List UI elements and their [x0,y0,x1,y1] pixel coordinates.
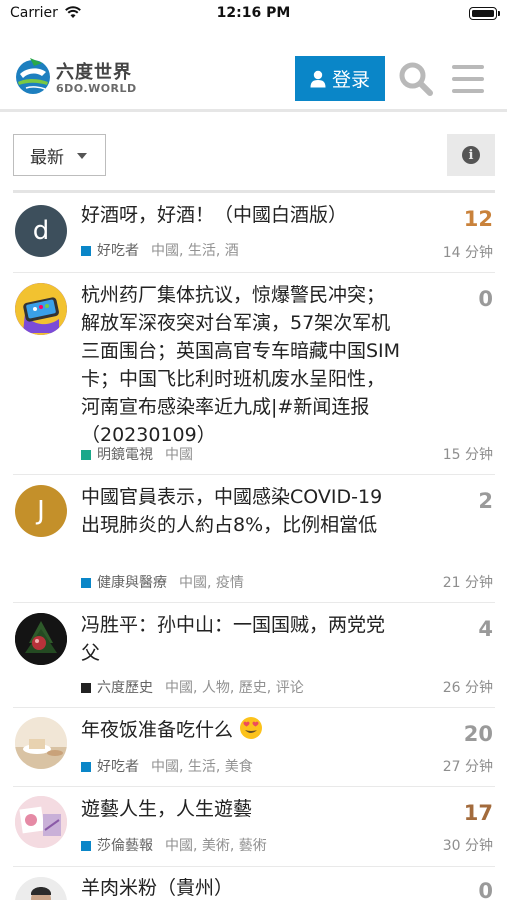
category-link[interactable]: 好吃者 [97,759,139,775]
food-photo-icon [15,717,67,769]
caret-down-icon [77,153,87,159]
avatar[interactable] [15,613,67,665]
globe-logo-icon[interactable] [12,54,54,96]
activity-time[interactable]: 27 分钟 [443,756,493,776]
avatar[interactable]: J [15,485,67,537]
category-color-square [81,683,91,693]
topic-title[interactable]: 好酒呀，好酒！（中國白酒版） [81,201,401,229]
topic-meta: 健康與醫療 中國, 疫情 [81,572,244,592]
menu-line [452,77,484,81]
avatar-letter: d [32,216,50,246]
topic-row[interactable]: 年夜饭准备吃什么 好吃者 中國, 生活, 美食 20 27 分钟 [13,708,495,787]
category-link[interactable]: 六度歷史 [97,680,153,696]
topic-meta: 好吃者 中國, 生活, 美食 [81,756,253,776]
topic-tags[interactable]: 中國, 生活, 美食 [151,759,253,775]
topic-meta: 莎倫藝報 中國, 美術, 藝術 [81,835,267,855]
hamburger-menu-icon[interactable] [452,65,484,93]
avatar[interactable] [15,717,67,769]
menu-line [452,65,484,69]
reply-count: 20 [463,722,493,746]
category-color-square [81,578,91,588]
activity-time[interactable]: 21 分钟 [443,572,493,592]
search-icon[interactable] [398,61,434,97]
topic-meta: 六度歷史 中國, 人物, 歷史, 评论 [81,677,304,697]
topic-row[interactable]: 杭州药厂集体抗议，惊爆警民冲突；解放军深夜突对台军演，57架次军机三面围台；英国… [13,273,495,475]
topic-tags[interactable]: 中國 [165,447,193,463]
info-icon: i [462,146,480,164]
logo-subtitle: 6DO.WORLD [56,82,137,95]
category-link[interactable]: 好吃者 [97,243,139,259]
person-photo-icon [15,877,67,900]
avatar-letter: J [37,496,45,526]
reply-count: 12 [463,207,493,231]
reply-count: 17 [463,801,493,825]
category-color-square [81,841,91,851]
reply-count: 0 [478,287,493,311]
topic-meta: 好吃者 中國, 生活, 酒 [81,240,239,260]
status-bar: Carrier 12:16 PM [0,0,507,28]
topic-row[interactable]: 羊肉米粉（貴州） 0 [13,867,495,900]
avatar[interactable] [15,877,67,900]
activity-time[interactable]: 14 分钟 [443,242,493,262]
avatar[interactable] [15,796,67,848]
topic-tags[interactable]: 中國, 美術, 藝術 [165,838,267,854]
topic-tags[interactable]: 中國, 疫情 [179,575,244,591]
avatar[interactable]: d [15,205,67,257]
phone-icon [15,283,67,335]
heart-eyes-emoji-icon [240,717,263,739]
category-link[interactable]: 健康與醫療 [97,575,167,591]
activity-time[interactable]: 15 分钟 [443,444,493,464]
activity-time[interactable]: 26 分钟 [443,677,493,697]
reply-count: 0 [478,879,493,900]
topic-row[interactable]: 冯胜平：孙中山：一国国贼，两党党父 六度歷史 中國, 人物, 歷史, 评论 4 2… [13,603,495,708]
logo-title: 六度世界 [56,62,132,83]
topic-row[interactable]: d 好酒呀，好酒！（中國白酒版） 好吃者 中國, 生活, 酒 12 14 分钟 [13,193,495,273]
sort-label: 最新 [30,147,64,168]
info-button[interactable]: i [447,134,495,176]
topic-title[interactable]: 杭州药厂集体抗议，惊爆警民冲突；解放军深夜突对台军演，57架次军机三面围台；英国… [81,281,401,449]
topic-title-text: 年夜饭准备吃什么 [81,719,234,741]
category-link[interactable]: 莎倫藝報 [97,838,153,854]
topic-title[interactable]: 年夜饭准备吃什么 [81,716,401,744]
category-color-square [81,450,91,460]
topic-tags[interactable]: 中國, 生活, 酒 [151,243,239,259]
topic-row[interactable]: J 中國官員表示，中國感染COVID-19出現肺炎的人約占8%，比例相當低 健康… [13,475,495,603]
battery-icon [469,7,500,20]
category-link[interactable]: 明鏡電視 [97,447,153,463]
topic-title[interactable]: 冯胜平：孙中山：一国国贼，两党党父 [81,611,401,667]
topic-row[interactable]: 遊藝人生，人生遊藝 莎倫藝報 中國, 美術, 藝術 17 30 分钟 [13,787,495,867]
category-color-square [81,762,91,772]
topic-title[interactable]: 中國官員表示，中國感染COVID-19出現肺炎的人約占8%，比例相當低 [81,483,401,539]
topic-tags[interactable]: 中國, 人物, 歷史, 评论 [165,680,304,696]
topic-meta: 明鏡電視 中國 [81,444,193,464]
reply-count: 2 [478,489,493,513]
login-button[interactable]: 登录 [295,56,385,101]
activity-time[interactable]: 30 分钟 [443,835,493,855]
category-color-square [81,246,91,256]
tree-photo-icon [15,613,67,665]
clock: 12:16 PM [216,5,291,21]
topic-title[interactable]: 羊肉米粉（貴州） [81,874,401,900]
site-header: 六度世界 6DO.WORLD 登录 [0,44,507,112]
user-icon [310,70,326,87]
avatar[interactable] [15,283,67,335]
reply-count: 4 [478,617,493,641]
topic-title[interactable]: 遊藝人生，人生遊藝 [81,795,401,823]
menu-line [452,89,484,93]
art-photo-icon [15,796,67,848]
sort-dropdown[interactable]: 最新 [13,134,106,176]
login-label: 登录 [331,69,370,91]
